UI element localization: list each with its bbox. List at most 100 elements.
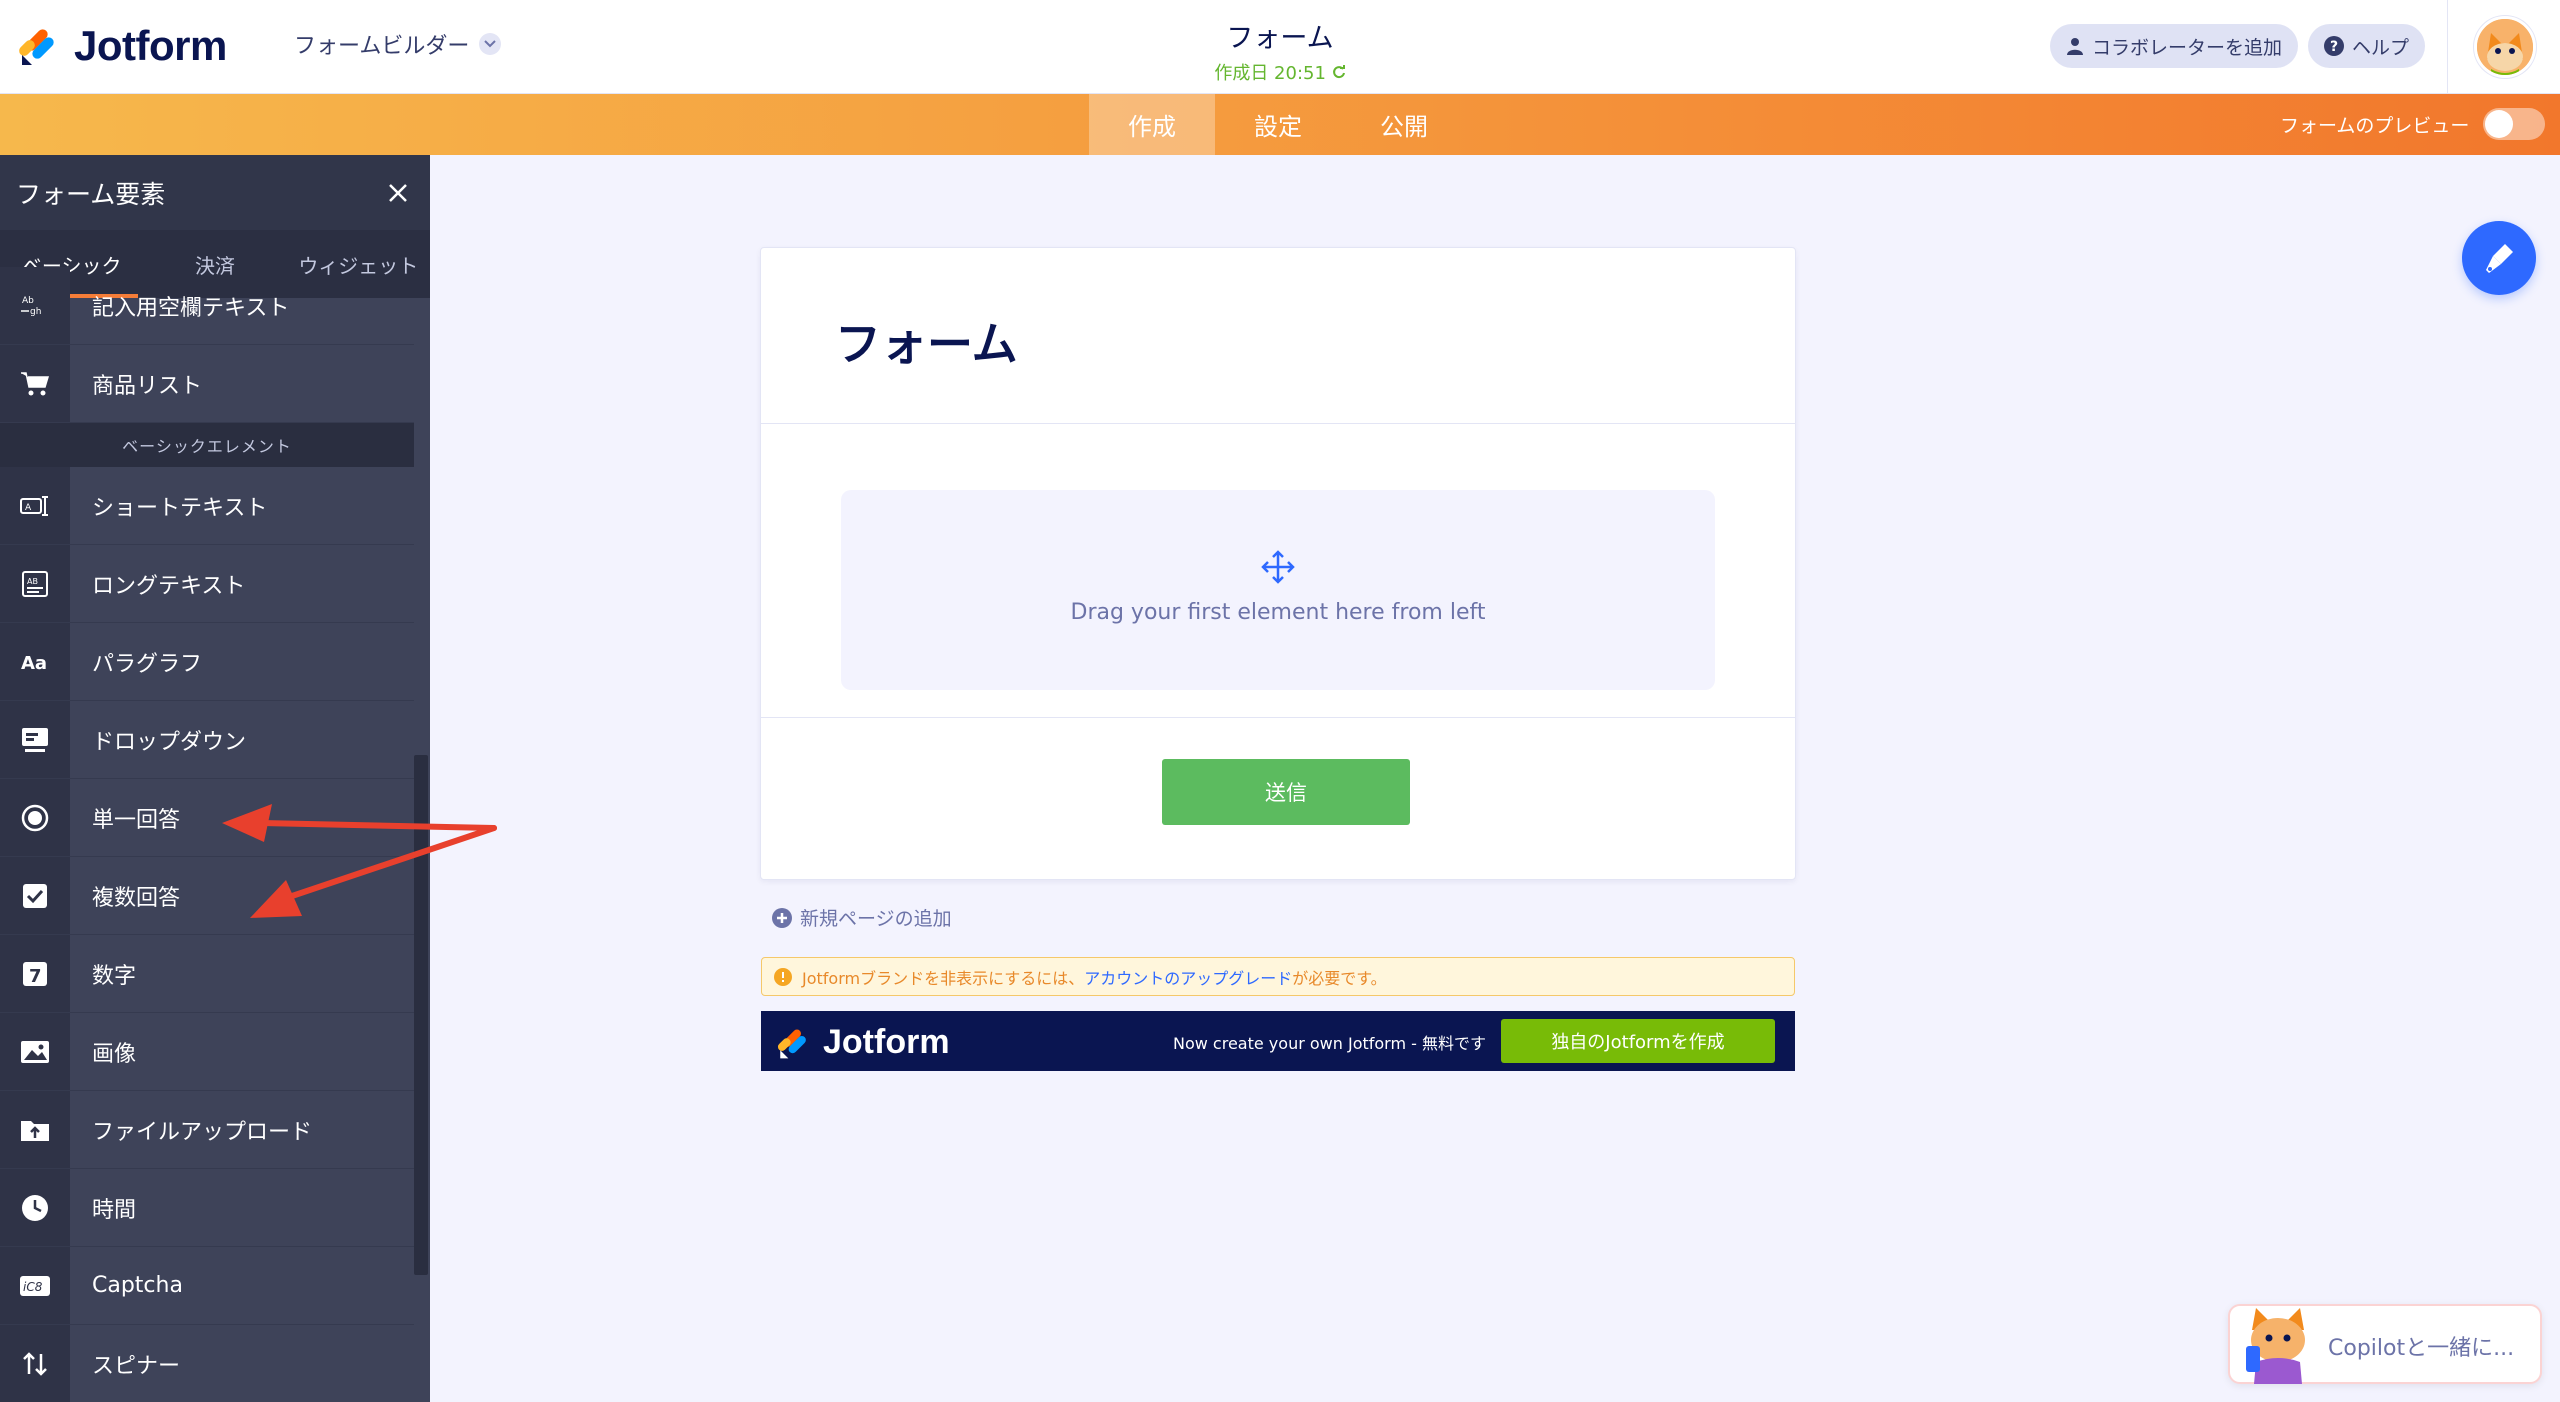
sidebar-item-label: 画像 (92, 1041, 137, 1067)
preview-label: フォームのプレビュー (2280, 114, 2470, 137)
form-title-area[interactable]: フォーム 作成日 20:51 (1080, 16, 1480, 85)
copilot-label: Copilotと一緒に... (2328, 1336, 2515, 1361)
number-icon: 7 (0, 935, 70, 1012)
sidebar-item-label: 時間 (92, 1197, 137, 1223)
image-icon (0, 1013, 70, 1090)
upload-icon (0, 1091, 70, 1168)
form-preview-toggle[interactable]: フォームのプレビュー (2280, 108, 2546, 140)
form-title[interactable]: フォーム (1080, 16, 1480, 55)
tab-build[interactable]: 作成 (1089, 94, 1215, 155)
svg-text:Aa: Aa (21, 653, 47, 673)
cat-avatar-icon (2477, 19, 2533, 75)
svg-text:?: ? (2330, 39, 2338, 55)
copilot-cat-icon (2246, 1308, 2305, 1384)
form-elements-sidebar: フォーム要素 ベーシック 決済 ウィジェット Ab gh 記入用空欄テキスト 商品… (0, 155, 430, 1402)
jotform-logo[interactable]: Jotform (18, 22, 227, 70)
divider (761, 717, 1795, 718)
branding-notice: Jotformブランドを非表示にするには、アカウントのアップグレードが必要です。 (761, 957, 1795, 996)
sidebar-title: フォーム要素 (16, 179, 166, 209)
banner-text: Now create your own Jotform - 無料です (1173, 1034, 1487, 1053)
sidebar-item-label: 単一回答 (92, 807, 181, 833)
short-text-icon: A (0, 467, 70, 544)
header-divider (2447, 0, 2448, 94)
sidebar-item-label: パラグラフ (92, 651, 203, 677)
captcha-icon: iC8 (0, 1247, 70, 1324)
add-collaborator-button[interactable]: コラボレーターを追加 (2050, 24, 2299, 68)
svg-text:7: 7 (29, 966, 42, 987)
upgrade-link[interactable]: アカウントのアップグレード (1084, 969, 1292, 988)
form-designer-button[interactable] (2462, 221, 2536, 295)
element-fill-blank[interactable]: Ab gh 記入用空欄テキスト (0, 267, 414, 345)
element-image[interactable]: 画像 (0, 1013, 414, 1091)
jotform-promo-banner: Jotform Now create your own Jotform - 無料… (761, 1011, 1795, 1071)
section-basic-elements: ベーシックエレメント (0, 423, 414, 467)
element-long-text[interactable]: AB ロングテキスト (0, 545, 414, 623)
help-button[interactable]: ? ヘルプ (2308, 24, 2426, 68)
sidebar-item-label: ロングテキスト (92, 573, 246, 599)
element-short-text[interactable]: A ショートテキスト (0, 467, 414, 545)
element-product-list[interactable]: 商品リスト (0, 345, 414, 423)
sidebar-item-label: ショートテキスト (92, 495, 268, 521)
cart-icon (0, 345, 70, 422)
preview-switch[interactable] (2483, 108, 2546, 140)
sidebar-item-label: 商品リスト (92, 373, 203, 399)
checkbox-icon (0, 857, 70, 934)
element-captcha[interactable]: iC8 Captcha (0, 1247, 414, 1325)
radio-icon (0, 779, 70, 856)
long-text-icon: AB (0, 545, 70, 622)
jotform-logo-icon (777, 1029, 806, 1058)
sidebar-header: フォーム要素 (0, 155, 430, 230)
spinner-icon (0, 1325, 70, 1402)
form-canvas: フォーム Drag your first element here from l… (760, 247, 1796, 880)
element-paragraph[interactable]: Aa パラグラフ (0, 623, 414, 701)
plus-circle-icon (772, 907, 792, 928)
arrow-to-single-choice (222, 804, 497, 842)
question-icon: ? (2324, 36, 2344, 56)
sidebar-item-label: 記入用空欄テキスト (92, 295, 290, 321)
sidebar-item-label: スピナー (92, 1353, 181, 1379)
sidebar-item-label: 数字 (92, 963, 137, 989)
copilot-button[interactable]: Copilotと一緒に... (2228, 1304, 2542, 1384)
sidebar-item-label: ファイルアップロード (92, 1119, 313, 1145)
create-own-jotform-button[interactable]: 独自のJotformを作成 (1501, 1019, 1775, 1063)
jotform-logo-icon (19, 29, 54, 65)
refresh-icon (1332, 65, 1345, 79)
fill-blank-icon: Ab gh (0, 267, 70, 344)
submit-button[interactable]: 送信 (1162, 759, 1410, 825)
arrow-to-multiple-choice (250, 825, 497, 918)
banner-logo[interactable]: Jotform (777, 1023, 950, 1062)
sidebar-item-label: 複数回答 (92, 885, 181, 911)
svg-text:AB: AB (27, 577, 38, 586)
tab-settings[interactable]: 設定 (1215, 94, 1341, 155)
element-file-upload[interactable]: ファイルアップロード (0, 1091, 414, 1169)
chevron-down-icon (479, 33, 502, 55)
svg-text:A: A (25, 503, 32, 513)
element-spinner[interactable]: スピナー (0, 1325, 414, 1402)
warning-icon (774, 967, 792, 986)
builder-switch[interactable]: フォームビルダー (294, 28, 502, 60)
svg-text:gh: gh (30, 307, 41, 317)
clock-icon (0, 1169, 70, 1246)
element-number[interactable]: 7 数字 (0, 935, 414, 1013)
divider (761, 423, 1795, 424)
move-icon (1261, 550, 1295, 588)
paragraph-icon: Aa (0, 623, 70, 700)
annotation-arrows (222, 804, 497, 918)
add-new-page-button[interactable]: 新規ページの追加 (772, 904, 952, 931)
top-header: Jotform フォームビルダー フォーム 作成日 20:51 コラボレーターを… (0, 0, 2560, 94)
form-heading[interactable]: フォーム (835, 308, 1018, 374)
sidebar-item-label: ドロップダウン (92, 729, 247, 755)
svg-text:iC8: iC8 (23, 1280, 43, 1294)
close-icon[interactable] (388, 183, 408, 203)
toggle-knob (2485, 110, 2514, 138)
drop-zone[interactable]: Drag your first element here from left (841, 490, 1715, 690)
user-icon (2067, 38, 2083, 55)
builder-label: フォームビルダー (294, 34, 470, 59)
element-time[interactable]: 時間 (0, 1169, 414, 1247)
builder-nav: 作成 設定 公開 フォームのプレビュー (0, 94, 2560, 155)
element-dropdown[interactable]: ドロップダウン (0, 701, 414, 779)
dropdown-icon (0, 701, 70, 778)
svg-text:Ab: Ab (22, 296, 34, 306)
avatar[interactable] (2474, 16, 2536, 78)
tab-publish[interactable]: 公開 (1341, 94, 1467, 155)
